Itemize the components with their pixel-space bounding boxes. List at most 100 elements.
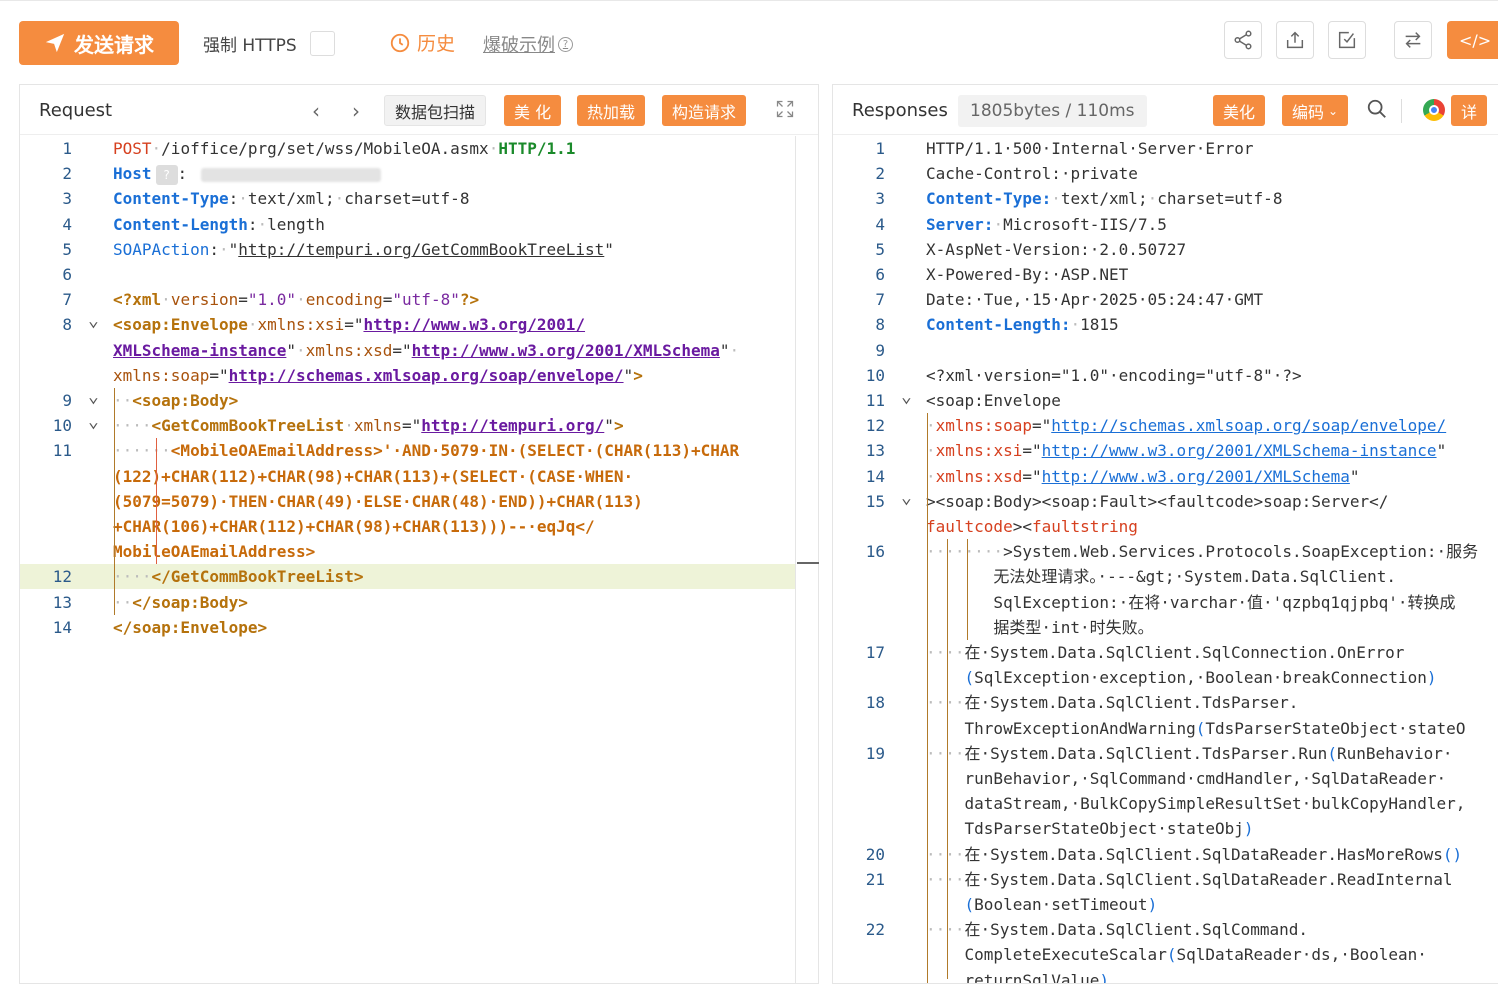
download-icon xyxy=(1338,31,1356,49)
code-line: ·xmlns:soap="http://schemas.xmlsoap.org/… xyxy=(926,413,1446,438)
download-button[interactable] xyxy=(1328,21,1366,59)
code-line: MobileOAEmailAddress> xyxy=(113,539,315,564)
response-beautify-button[interactable]: 美化 xyxy=(1213,95,1266,126)
line-number: 10 xyxy=(52,416,72,436)
code-line: HTTP/1.1·500·Internal·Server·Error xyxy=(926,136,1254,161)
code-token: HTTP/1.1·500·Internal·Server·Error xyxy=(926,139,1254,158)
help-badge-icon[interactable]: ? xyxy=(155,164,178,185)
code-token: X-Powered-By:·ASP.NET xyxy=(926,265,1129,284)
header-divider xyxy=(1401,99,1402,123)
code-line: ·xmlns:xsd="http://www.w3.org/2001/XMLSc… xyxy=(926,464,1360,489)
detail-button[interactable]: 详 xyxy=(1451,95,1488,126)
indent-guide xyxy=(156,438,157,565)
code-token: +CHAR(106)+CHAR(112)+CHAR(98)+CHAR(113))… xyxy=(113,517,595,536)
code-line: ··<soap:Body> xyxy=(113,388,238,413)
line-number xyxy=(833,968,885,983)
code-token: ···· xyxy=(926,693,965,713)
line-number xyxy=(20,338,72,363)
code-line: Content-Type:·text/xml;·charset=utf-8 xyxy=(113,186,469,211)
code-line: ····在·System.Data.SqlClient.SqlConnectio… xyxy=(926,640,1404,665)
code-token: version xyxy=(170,290,239,310)
code-line: TdsParserStateObject·stateObj) xyxy=(926,816,1254,841)
share-button[interactable] xyxy=(1224,21,1262,59)
code-generate-button[interactable]: </> 生 xyxy=(1447,21,1498,59)
force-https-checkbox[interactable] xyxy=(310,31,335,56)
code-token: · xyxy=(218,239,229,259)
code-line: ····在·System.Data.SqlClient.SqlDataReade… xyxy=(926,867,1453,892)
code-token: ( xyxy=(964,895,975,914)
fold-toggle-icon[interactable]: ⌄ xyxy=(901,488,917,514)
line-number: 9 xyxy=(875,340,885,360)
history-button[interactable]: 历史 xyxy=(389,29,455,56)
line-number: 18 xyxy=(865,693,885,713)
redacted-host xyxy=(201,167,382,182)
code-token: text/xml; xyxy=(1060,189,1148,209)
hotload-button[interactable]: 热加载 xyxy=(577,95,646,126)
fold-toggle-icon[interactable]: ⌄ xyxy=(88,388,104,413)
line-number: 20 xyxy=(865,844,885,864)
code-token: · xyxy=(1070,315,1081,335)
code-token: xmlns:xsd xyxy=(305,340,393,360)
fold-toggle-icon[interactable]: ⌄ xyxy=(901,388,917,413)
code-token: " xyxy=(604,239,614,259)
code-token: TdsParserStateObject·stateO xyxy=(1205,718,1466,738)
code-token: <GetCommBookTreeList xyxy=(151,416,345,436)
code-line: ····<GetCommBookTreeList·xmlns="http://t… xyxy=(113,413,624,438)
fold-toggle-icon[interactable]: ⌄ xyxy=(88,312,104,337)
chevron-right-icon[interactable]: › xyxy=(352,99,360,123)
send-request-button[interactable]: 发送请求 xyxy=(19,21,179,65)
request-scrollbar[interactable] xyxy=(795,136,796,984)
code-token: " xyxy=(1349,466,1360,486)
swap-button[interactable] xyxy=(1394,21,1432,59)
chrome-icon[interactable] xyxy=(1423,99,1445,121)
line-number: 17 xyxy=(865,643,885,662)
request-beautify-button[interactable]: 美 化 xyxy=(504,95,562,126)
line-number xyxy=(833,564,885,589)
brute-example-link[interactable]: 爆破示例 ? xyxy=(483,31,573,57)
code-line: ····在·System.Data.SqlClient.TdsParser.Ru… xyxy=(926,741,1453,766)
code-line: ····在·System.Data.SqlClient.SqlDataReade… xyxy=(926,842,1462,867)
code-token: Content-Length: xyxy=(926,315,1071,335)
encode-dropdown[interactable]: 编码 ⌄ xyxy=(1282,95,1349,126)
upload-button[interactable] xyxy=(1276,21,1314,59)
code-token: = xyxy=(238,290,248,310)
code-token: 无法处理请求。·---&gt;·System.Data.SqlClient. xyxy=(964,567,1397,587)
indent-guide xyxy=(967,539,968,640)
line-number xyxy=(833,590,885,615)
code-token: xmlns:xsi xyxy=(935,441,1023,461)
code-line: ········>System.Web.Services.Protocols.S… xyxy=(926,539,1478,564)
code-token: =" xyxy=(1022,441,1042,461)
packet-scan-button[interactable]: 数据包扫描 xyxy=(384,95,487,126)
line-number: 3 xyxy=(62,189,72,209)
code-token: ThrowExceptionAndWarning xyxy=(964,718,1196,738)
code-token: runBehavior,·SqlCommand·cmdHandler,·SqlD… xyxy=(964,769,1447,788)
code-token: " xyxy=(623,365,634,385)
request-panel: Request ‹ › 数据包扫描 美 化 热加载 构造请求 1 POST·/io… xyxy=(19,84,819,984)
code-token: ) xyxy=(1147,895,1158,914)
chevron-left-icon[interactable]: ‹ xyxy=(312,99,320,123)
expand-button[interactable] xyxy=(775,99,795,119)
fold-toggle-icon[interactable]: ⌄ xyxy=(88,413,104,438)
code-line: CompleteExecuteScalar(SqlDataReader·ds,·… xyxy=(926,942,1427,967)
code-token: http://schemas.xmlsoap.org/soap/envelope… xyxy=(228,365,624,385)
request-editor[interactable]: 1 POST·/ioffice/prg/set/wss/MobileOA.asmx… xyxy=(20,136,818,983)
code-token: MobileOAEmailAddress> xyxy=(113,542,316,562)
code-token: xmlns:soap xyxy=(935,416,1032,436)
code-token: 在·System.Data.SqlClient.SqlCommand. xyxy=(964,920,1309,940)
code-token: ) xyxy=(1099,970,1110,983)
code-token: > xyxy=(633,365,643,385)
response-header: Responses 1805bytes / 110ms 美化 编码 ⌄ 详 xyxy=(833,85,1498,135)
response-search-button[interactable] xyxy=(1366,98,1390,122)
code-token: 在·System.Data.SqlClient.TdsParser. xyxy=(964,693,1299,713)
construct-request-button[interactable]: 构造请求 xyxy=(662,95,747,126)
line-number xyxy=(833,791,885,816)
code-token: <?xml xyxy=(113,290,162,310)
response-editor[interactable]: 1 HTTP/1.1·500·Internal·Server·Error 2 Cach… xyxy=(833,136,1498,983)
code-token: faultcode xyxy=(926,517,1013,536)
code-token: Server: xyxy=(926,214,994,234)
line-number xyxy=(833,942,885,967)
question-icon[interactable]: ? xyxy=(558,36,573,52)
line-number: 8 xyxy=(875,315,885,335)
code-token: · xyxy=(151,139,162,158)
